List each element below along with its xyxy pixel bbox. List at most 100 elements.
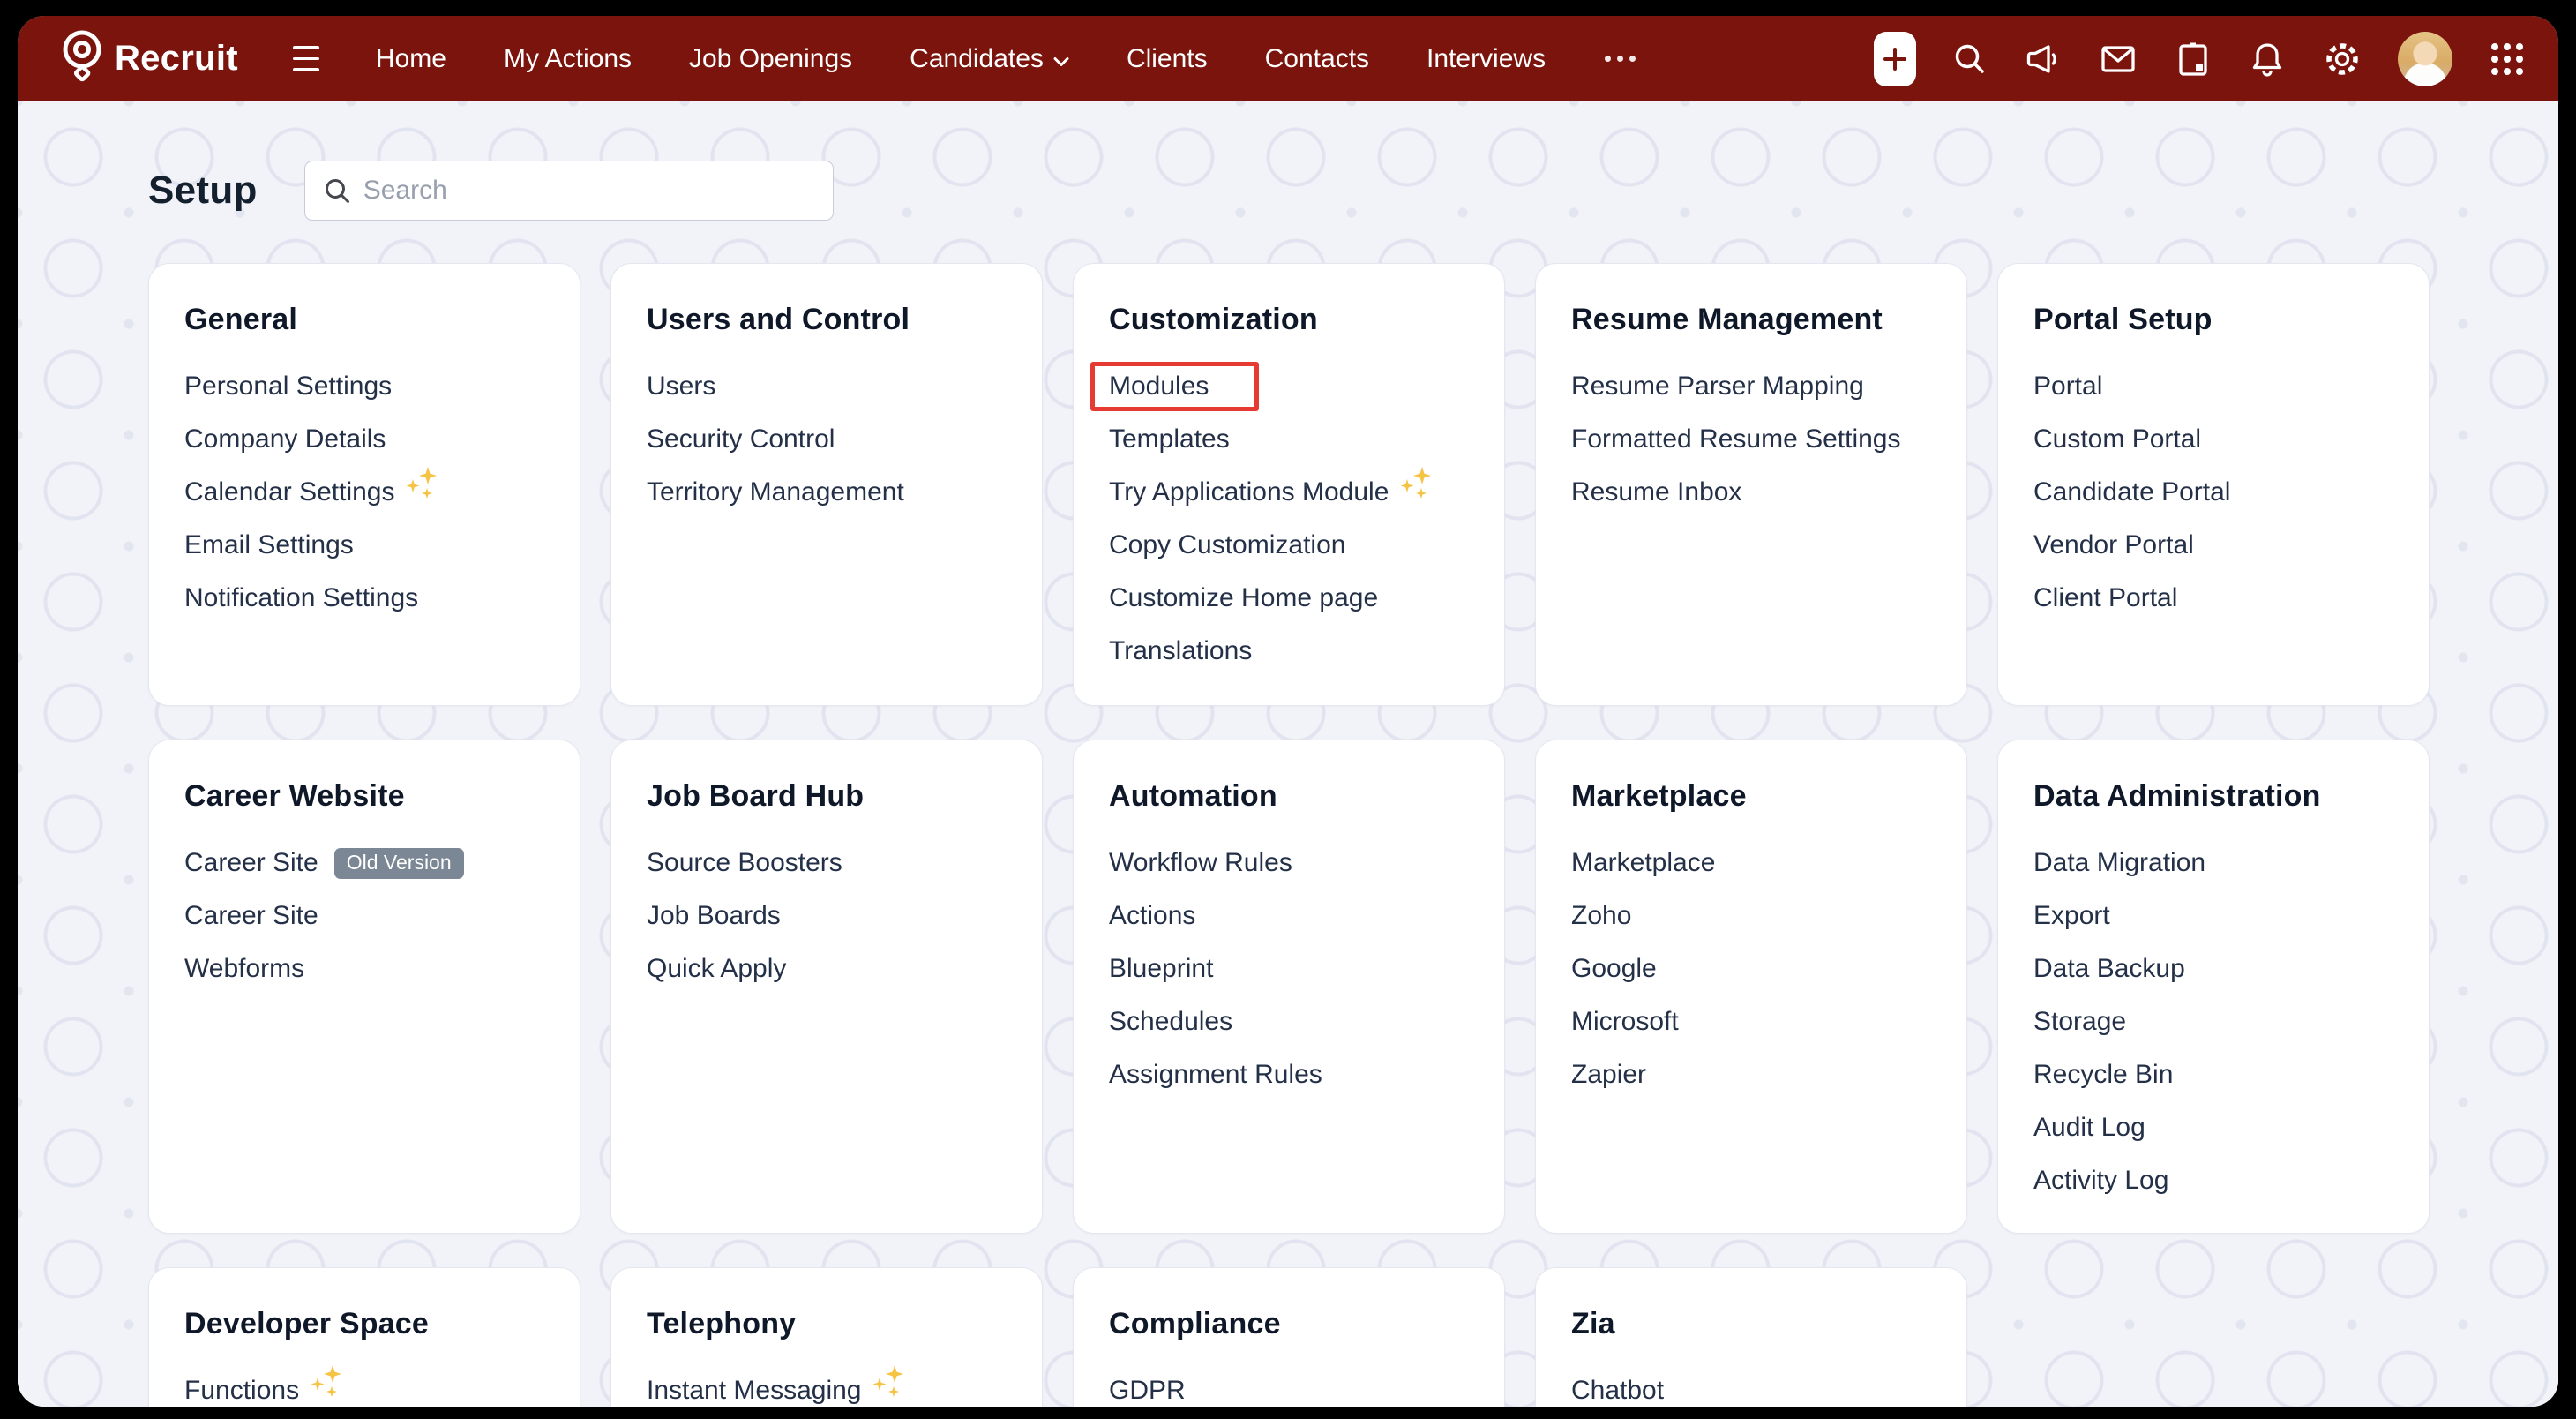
notifications-bell-icon[interactable] xyxy=(2248,39,2287,79)
create-plus-button[interactable] xyxy=(1874,32,1916,86)
setup-link-schedules[interactable]: Schedules xyxy=(1109,995,1474,1048)
setup-link-actions[interactable]: Actions xyxy=(1109,890,1474,942)
setup-link-label: Calendar Settings xyxy=(184,477,394,507)
setup-link-functions[interactable]: Functions xyxy=(184,1364,550,1407)
setup-link-territory-management[interactable]: Territory Management xyxy=(647,466,1012,519)
setup-link-career-site[interactable]: Career SiteOld Version xyxy=(184,837,550,890)
setup-link-personal-settings[interactable]: Personal Settings xyxy=(184,360,550,413)
search-icon[interactable] xyxy=(1951,41,1988,78)
nav-item-my-actions[interactable]: My Actions xyxy=(504,44,632,74)
setup-link-label: Zapier xyxy=(1571,1060,1646,1090)
setup-link-gdpr[interactable]: GDPR xyxy=(1109,1364,1474,1407)
card-marketplace: MarketplaceMarketplaceZohoGoogleMicrosof… xyxy=(1535,740,1967,1234)
setup-link-data-backup[interactable]: Data Backup xyxy=(2033,942,2399,995)
old-version-badge: Old Version xyxy=(334,848,464,879)
setup-link-activity-log[interactable]: Activity Log xyxy=(2033,1154,2399,1207)
nav-item-job-openings[interactable]: Job Openings xyxy=(689,44,852,74)
setup-link-blueprint[interactable]: Blueprint xyxy=(1109,942,1474,995)
setup-link-client-portal[interactable]: Client Portal xyxy=(2033,572,2399,625)
setup-link-marketplace[interactable]: Marketplace xyxy=(1571,837,1936,890)
setup-link-label: Company Details xyxy=(184,424,386,454)
setup-link-export[interactable]: Export xyxy=(2033,890,2399,942)
setup-link-quick-apply[interactable]: Quick Apply xyxy=(647,942,1012,995)
setup-link-job-boards[interactable]: Job Boards xyxy=(647,890,1012,942)
card-item-list: Data Migration ExportData BackupStorageRe… xyxy=(2033,837,2399,1207)
hamburger-menu-icon[interactable] xyxy=(288,41,325,77)
setup-search-input[interactable] xyxy=(304,161,834,221)
sparkle-icon xyxy=(870,1363,907,1399)
setup-link-label: Google xyxy=(1571,954,1657,984)
announcements-icon[interactable] xyxy=(2024,40,2063,79)
setup-link-email-settings[interactable]: Email Settings xyxy=(184,519,550,572)
setup-link-zoho[interactable]: Zoho xyxy=(1571,890,1936,942)
setup-link-portal[interactable]: Portal xyxy=(2033,360,2399,413)
setup-link-source-boosters[interactable]: Source Boosters xyxy=(647,837,1012,890)
setup-link-modules[interactable]: Modules xyxy=(1109,360,1474,413)
card-title: General xyxy=(184,303,550,337)
setup-link-copy-customization[interactable]: Copy Customization xyxy=(1109,519,1474,572)
card-title: Customization xyxy=(1109,303,1474,337)
calendar-icon[interactable] xyxy=(2174,39,2213,79)
setup-link-data-migration[interactable]: Data Migration xyxy=(2033,837,2399,890)
user-avatar[interactable] xyxy=(2398,32,2452,86)
setup-link-label: Email Settings xyxy=(184,530,354,560)
setup-link-templates[interactable]: Templates xyxy=(1109,413,1474,466)
setup-link-zapier[interactable]: Zapier xyxy=(1571,1048,1936,1101)
app-window: Recruit Home My Actions Job Openings Candid… xyxy=(18,16,2558,1407)
setup-link-label: Source Boosters xyxy=(647,848,842,878)
setup-link-chatbot[interactable]: Chatbot xyxy=(1571,1364,1936,1407)
card-item-list: GDPR xyxy=(1109,1364,1474,1407)
setup-link-label: Client Portal xyxy=(2033,583,2177,613)
setup-link-label: Personal Settings xyxy=(184,372,392,402)
card-users-and-control: Users and ControlUsersSecurity ControlTe… xyxy=(610,263,1043,706)
setup-link-formatted-resume-settings[interactable]: Formatted Resume Settings xyxy=(1571,413,1936,466)
settings-gear-icon[interactable] xyxy=(2322,39,2363,79)
setup-link-instant-messaging[interactable]: Instant Messaging xyxy=(647,1364,1012,1407)
setup-link-label: Try Applications Module xyxy=(1109,477,1389,507)
brand-logo[interactable]: Recruit xyxy=(62,29,238,88)
card-compliance: Compliance GDPR xyxy=(1073,1267,1505,1407)
nav-item-clients[interactable]: Clients xyxy=(1127,44,1208,74)
setup-link-security-control[interactable]: Security Control xyxy=(647,413,1012,466)
setup-link-resume-parser-mapping[interactable]: Resume Parser Mapping xyxy=(1571,360,1936,413)
nav-item-home[interactable]: Home xyxy=(376,44,446,74)
setup-link-google[interactable]: Google xyxy=(1571,942,1936,995)
highlight-box: Modules xyxy=(1090,362,1259,411)
sparkle-icon xyxy=(1397,465,1434,500)
card-resume-management: Resume ManagementResume Parser MappingFo… xyxy=(1535,263,1967,706)
setup-link-storage[interactable]: Storage xyxy=(2033,995,2399,1048)
mail-icon[interactable] xyxy=(2098,39,2138,79)
setup-link-career-site[interactable]: Career Site xyxy=(184,890,550,942)
setup-link-resume-inbox[interactable]: Resume Inbox xyxy=(1571,466,1936,519)
setup-link-audit-log[interactable]: Audit Log xyxy=(2033,1101,2399,1154)
setup-link-users[interactable]: Users xyxy=(647,360,1012,413)
setup-link-label: Instant Messaging xyxy=(647,1376,861,1406)
sparkle-icon xyxy=(308,1363,345,1399)
nav-item-interviews[interactable]: Interviews xyxy=(1427,44,1546,74)
setup-link-workflow-rules[interactable]: Workflow Rules xyxy=(1109,837,1474,890)
nav-item-contacts[interactable]: Contacts xyxy=(1265,44,1369,74)
setup-link-customize-home-page[interactable]: Customize Home page xyxy=(1109,572,1474,625)
setup-search xyxy=(304,161,834,221)
setup-link-microsoft[interactable]: Microsoft xyxy=(1571,995,1936,1048)
nav-item-candidates[interactable]: Candidates xyxy=(910,44,1069,74)
card-item-list: Career SiteOld VersionCareer SiteWebform… xyxy=(184,837,550,995)
setup-link-candidate-portal[interactable]: Candidate Portal xyxy=(2033,466,2399,519)
setup-link-notification-settings[interactable]: Notification Settings xyxy=(184,572,550,625)
setup-link-calendar-settings[interactable]: Calendar Settings xyxy=(184,466,550,519)
setup-link-company-details[interactable]: Company Details xyxy=(184,413,550,466)
setup-link-custom-portal[interactable]: Custom Portal xyxy=(2033,413,2399,466)
card-item-list: Workflow RulesActionsBlueprintSchedulesA… xyxy=(1109,837,1474,1101)
nav-more-icon[interactable] xyxy=(1603,47,1637,71)
setup-link-label: Data Migration xyxy=(2033,848,2205,878)
setup-link-try-applications-module[interactable]: Try Applications Module xyxy=(1109,466,1474,519)
setup-link-webforms[interactable]: Webforms xyxy=(184,942,550,995)
setup-link-recycle-bin[interactable]: Recycle Bin xyxy=(2033,1048,2399,1101)
card-title: Compliance xyxy=(1109,1307,1474,1341)
setup-link-translations[interactable]: Translations xyxy=(1109,625,1474,678)
apps-grid-icon[interactable] xyxy=(2488,40,2527,79)
card-title: Zia xyxy=(1571,1307,1936,1341)
setup-link-assignment-rules[interactable]: Assignment Rules xyxy=(1109,1048,1474,1101)
setup-link-label: Security Control xyxy=(647,424,835,454)
setup-link-vendor-portal[interactable]: Vendor Portal xyxy=(2033,519,2399,572)
